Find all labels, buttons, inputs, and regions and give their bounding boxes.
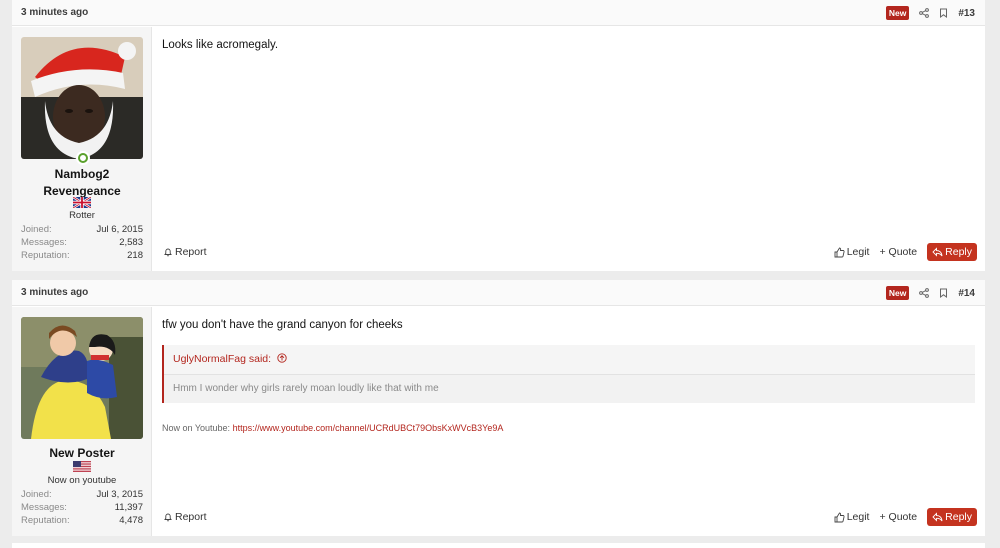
- bookmark-icon[interactable]: [939, 8, 948, 18]
- user-info-panel: New Poster Now on youtube Joined: Jul 3, …: [12, 307, 152, 536]
- legit-button[interactable]: Legit: [834, 511, 869, 523]
- quote-block: UglyNormalFag said: Hmm I wonder why gir…: [162, 345, 975, 403]
- post-meta: New #13: [885, 6, 975, 20]
- username-line-1[interactable]: Nambog2: [12, 166, 152, 183]
- new-badge: New: [885, 286, 910, 300]
- share-icon[interactable]: [919, 288, 930, 298]
- username[interactable]: Nambog2 Revengeance: [12, 166, 152, 200]
- report-button[interactable]: Report: [163, 246, 207, 258]
- username[interactable]: New Poster: [12, 445, 152, 462]
- report-button[interactable]: Report: [163, 511, 207, 523]
- online-status-icon: [76, 151, 90, 165]
- quote-text: Hmm I wonder why girls rarely moan loudl…: [173, 383, 439, 394]
- post-actions: Legit + Quote Reply: [834, 243, 977, 261]
- user-title: Now on youtube: [47, 475, 117, 486]
- thumbs-up-icon: [834, 247, 845, 257]
- bell-icon: [164, 248, 172, 257]
- post-header: 3 minutes ago New #14: [12, 280, 985, 306]
- post-timestamp[interactable]: 3 minutes ago: [21, 287, 88, 298]
- stat-reputation: Reputation: 218: [21, 250, 143, 261]
- avatar[interactable]: [21, 317, 143, 439]
- signature: Now on Youtube: https://www.youtube.com/…: [162, 423, 503, 433]
- message-body: tfw you don't have the grand canyon for …: [162, 319, 403, 331]
- thumbs-up-icon: [834, 512, 845, 522]
- quote-button[interactable]: + Quote: [879, 246, 917, 258]
- avatar[interactable]: [21, 37, 143, 159]
- new-badge: New: [885, 6, 910, 20]
- stat-messages: Messages: 2,583: [21, 237, 143, 248]
- next-post-edge: [12, 543, 985, 548]
- post-header: 3 minutes ago New #13: [12, 0, 985, 26]
- quote-header[interactable]: UglyNormalFag said:: [164, 345, 975, 375]
- uk-flag-icon: [73, 197, 91, 208]
- user-stats: Joined: Jul 3, 2015 Messages: 11,397 Reput…: [21, 489, 143, 528]
- bookmark-icon[interactable]: [939, 288, 948, 298]
- quote-button[interactable]: + Quote: [879, 511, 917, 523]
- legit-button[interactable]: Legit: [834, 246, 869, 258]
- post-meta: New #14: [885, 286, 975, 300]
- signature-link[interactable]: https://www.youtube.com/channel/UCRdUBCt…: [233, 423, 504, 433]
- user-stats: Joined: Jul 6, 2015 Messages: 2,583 Reputa…: [21, 224, 143, 263]
- us-flag-icon: [73, 461, 91, 472]
- reply-icon: [932, 512, 943, 522]
- bell-icon: [164, 513, 172, 522]
- stat-joined: Joined: Jul 6, 2015: [21, 224, 143, 235]
- post-13: 3 minutes ago New #13 Nambog2 Revengeanc…: [12, 0, 985, 271]
- report-label[interactable]: Report: [175, 246, 207, 258]
- stat-reputation: Reputation: 4,478: [21, 515, 143, 526]
- reply-button[interactable]: Reply: [927, 508, 977, 526]
- user-info-panel: Nambog2 Revengeance Rotter Joined: Jul 6,…: [12, 27, 152, 271]
- user-title: Rotter: [69, 210, 95, 221]
- post-actions: Legit + Quote Reply: [834, 508, 977, 526]
- post-number[interactable]: #13: [958, 8, 975, 19]
- report-label[interactable]: Report: [175, 511, 207, 523]
- stat-messages: Messages: 11,397: [21, 502, 143, 513]
- stat-joined: Joined: Jul 3, 2015: [21, 489, 143, 500]
- post-timestamp[interactable]: 3 minutes ago: [21, 7, 88, 18]
- share-icon[interactable]: [919, 8, 930, 18]
- signature-prefix: Now on Youtube:: [162, 423, 233, 433]
- reply-icon: [932, 247, 943, 257]
- message-body: Looks like acromegaly.: [162, 39, 279, 51]
- post-number[interactable]: #14: [958, 288, 975, 299]
- reply-button[interactable]: Reply: [927, 243, 977, 261]
- arrow-up-circle-icon[interactable]: [277, 353, 287, 363]
- post-14: 3 minutes ago New #14 New Poster Now on …: [12, 280, 985, 536]
- quote-author[interactable]: UglyNormalFag said:: [173, 353, 271, 365]
